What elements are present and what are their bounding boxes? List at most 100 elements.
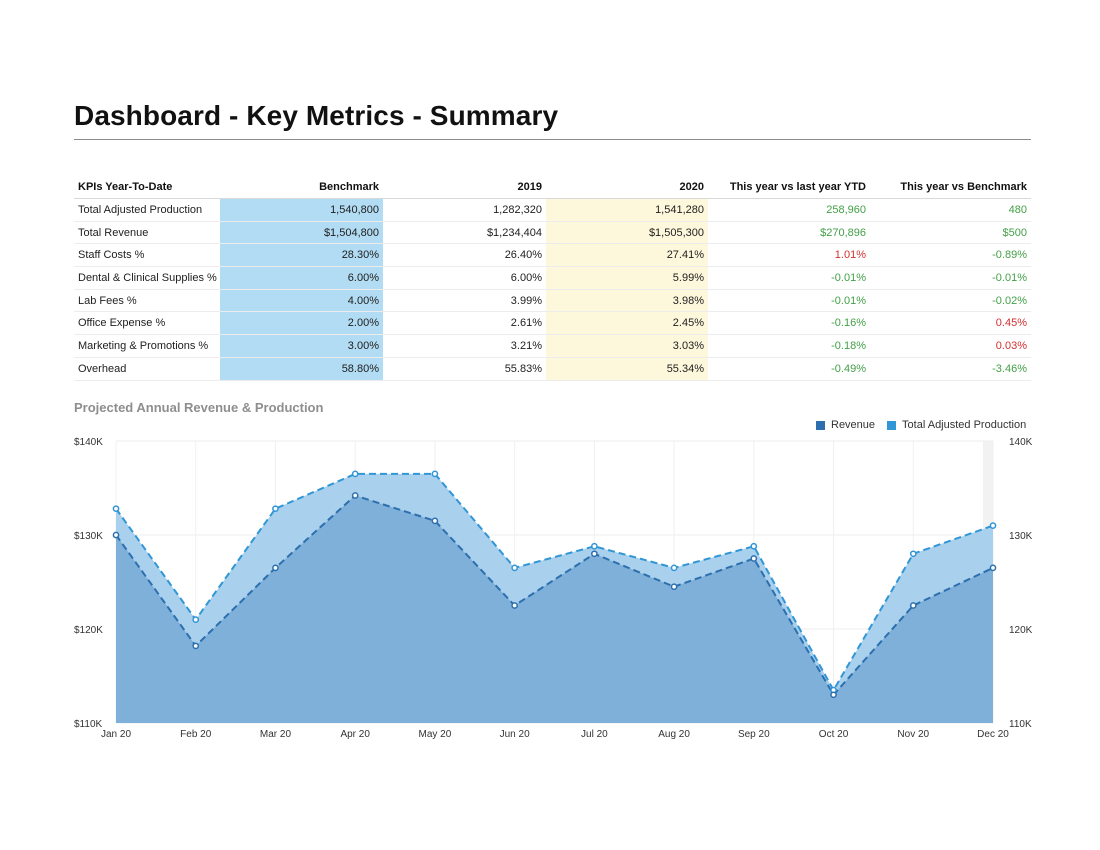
vs-last-year-cell: -0.18% bbox=[708, 334, 870, 358]
kpi-name-cell: Office Expense % bbox=[74, 311, 220, 336]
y-left-tick-label: $130K bbox=[74, 531, 103, 542]
production-point bbox=[112, 505, 120, 513]
vs-last-year-cell: -0.49% bbox=[708, 357, 870, 381]
y-left-tick-label: $120K bbox=[74, 625, 103, 636]
page-title: Dashboard - Key Metrics - Summary bbox=[74, 100, 559, 131]
x-tick-label: May 20 bbox=[419, 729, 452, 740]
kpi-name-cell: Marketing & Promotions % bbox=[74, 334, 220, 358]
revenue-point bbox=[830, 691, 837, 699]
benchmark-cell: 2.00% bbox=[220, 311, 383, 336]
revenue-point bbox=[670, 583, 678, 591]
table-row: Staff Costs % 28.30% 26.40% 27.41% 1.01% -0.8… bbox=[74, 243, 1031, 268]
benchmark-cell: $1,504,800 bbox=[220, 221, 383, 245]
kpi-name-cell: Total Adjusted Production bbox=[74, 198, 220, 222]
production-point bbox=[989, 522, 997, 529]
y2020-cell: $1,505,300 bbox=[546, 221, 708, 245]
y-left-tick-label: $140K bbox=[74, 437, 103, 448]
x-tick-label: Nov 20 bbox=[897, 729, 929, 740]
benchmark-cell: 58.80% bbox=[220, 357, 383, 381]
kpi-name-cell: Dental & Clinical Supplies % bbox=[74, 266, 220, 290]
production-point bbox=[431, 470, 439, 478]
production-point bbox=[192, 616, 200, 623]
revenue-point bbox=[750, 555, 758, 562]
y2020-cell: 1,541,280 bbox=[546, 198, 708, 222]
revenue-point bbox=[989, 564, 997, 572]
y2020-cell: 5.99% bbox=[546, 266, 708, 290]
revenue-point bbox=[351, 492, 359, 499]
vs-benchmark-cell: -3.46% bbox=[870, 357, 1031, 381]
kpi-table: KPIs Year-To-Date Benchmark 2019 2020 Th… bbox=[74, 176, 1031, 381]
title-divider bbox=[74, 139, 1031, 140]
legend-swatch-revenue bbox=[816, 420, 825, 430]
y2019-cell: 6.00% bbox=[383, 266, 546, 290]
revenue-point bbox=[909, 602, 917, 609]
y2019-cell: 2.61% bbox=[383, 311, 546, 336]
x-tick-label: Jun 20 bbox=[500, 729, 530, 740]
col-header-2020: 2020 bbox=[546, 176, 708, 199]
vs-benchmark-cell: -0.89% bbox=[870, 243, 1031, 268]
y2020-cell: 3.98% bbox=[546, 289, 708, 313]
chart-title: Projected Annual Revenue & Production bbox=[74, 400, 324, 415]
vs-benchmark-cell: 480 bbox=[870, 198, 1031, 222]
y-right-tick-label: 110K bbox=[1009, 719, 1032, 730]
y-left-tick-label: $110K bbox=[74, 719, 103, 730]
production-point bbox=[750, 542, 758, 550]
col-header-2019: 2019 bbox=[383, 176, 546, 199]
x-tick-label: Dec 20 bbox=[977, 729, 1009, 740]
x-tick-label: Mar 20 bbox=[260, 729, 292, 740]
x-tick-label: Jan 20 bbox=[101, 729, 131, 740]
kpi-name-cell: Lab Fees % bbox=[74, 289, 220, 313]
kpi-table-header: KPIs Year-To-Date Benchmark 2019 2020 Th… bbox=[74, 176, 1031, 199]
y-right-tick-label: 120K bbox=[1009, 625, 1033, 636]
revenue-point bbox=[272, 564, 279, 572]
y2019-cell: 1,282,320 bbox=[383, 198, 546, 222]
benchmark-cell: 4.00% bbox=[220, 289, 383, 313]
y2020-cell: 27.41% bbox=[546, 243, 708, 268]
production-point bbox=[670, 564, 678, 572]
kpi-name-cell: Staff Costs % bbox=[74, 243, 220, 268]
vs-benchmark-cell: -0.02% bbox=[870, 289, 1031, 313]
y-right-tick-label: 140K bbox=[1009, 437, 1033, 448]
y2019-cell: 55.83% bbox=[383, 357, 546, 381]
kpi-name-cell: Total Revenue bbox=[74, 221, 220, 245]
revenue-point bbox=[591, 550, 598, 558]
table-row: Total Revenue $1,504,800 $1,234,404 $1,505,… bbox=[74, 221, 1031, 245]
col-header-kpi: KPIs Year-To-Date bbox=[74, 176, 220, 199]
production-point bbox=[272, 505, 279, 513]
table-row: Overhead 58.80% 55.83% 55.34% -0.49% -3.46% bbox=[74, 357, 1031, 381]
vs-benchmark-cell: $500 bbox=[870, 221, 1031, 245]
y2020-cell: 55.34% bbox=[546, 357, 708, 381]
y-right-tick-label: 130K bbox=[1009, 531, 1033, 542]
revenue-area bbox=[116, 495, 993, 723]
revenue-point bbox=[431, 517, 439, 525]
col-header-vs-last-year: This year vs last year YTD bbox=[708, 176, 870, 199]
table-row: Dental & Clinical Supplies % 6.00% 6.00% 5.… bbox=[74, 266, 1031, 290]
benchmark-cell: 3.00% bbox=[220, 334, 383, 358]
x-tick-label: Aug 20 bbox=[658, 729, 690, 740]
production-point bbox=[351, 470, 359, 478]
benchmark-cell: 1,540,800 bbox=[220, 198, 383, 222]
revenue-point bbox=[511, 602, 518, 609]
vs-last-year-cell: 258,960 bbox=[708, 198, 870, 222]
table-row: Total Adjusted Production 1,540,800 1,282,… bbox=[74, 198, 1031, 222]
table-row: Office Expense % 2.00% 2.61% 2.45% -0.16% 0.4… bbox=[74, 311, 1031, 336]
revenue-point bbox=[192, 642, 200, 650]
vs-benchmark-cell: 0.45% bbox=[870, 311, 1031, 336]
production-point bbox=[909, 550, 917, 558]
benchmark-cell: 28.30% bbox=[220, 243, 383, 268]
x-tick-label: Apr 20 bbox=[340, 729, 370, 740]
vs-last-year-cell: 1.01% bbox=[708, 243, 870, 268]
revenue-production-chart: $110K $120K $130K $140K 110K 120K 130K 140K Jan … bbox=[74, 437, 1033, 740]
production-point bbox=[511, 564, 518, 572]
vs-benchmark-cell: 0.03% bbox=[870, 334, 1031, 358]
x-tick-label: Sep 20 bbox=[738, 729, 770, 740]
benchmark-cell: 6.00% bbox=[220, 266, 383, 290]
col-header-benchmark: Benchmark bbox=[220, 176, 383, 199]
kpi-table-body: Total Adjusted Production 1,540,800 1,282,… bbox=[74, 198, 1031, 381]
x-tick-label: Oct 20 bbox=[819, 729, 849, 740]
y2019-cell: 3.99% bbox=[383, 289, 546, 313]
x-tick-label: Jul 20 bbox=[581, 729, 608, 740]
kpi-name-cell: Overhead bbox=[74, 357, 220, 381]
vs-last-year-cell: -0.01% bbox=[708, 289, 870, 313]
vs-last-year-cell: -0.01% bbox=[708, 266, 870, 290]
